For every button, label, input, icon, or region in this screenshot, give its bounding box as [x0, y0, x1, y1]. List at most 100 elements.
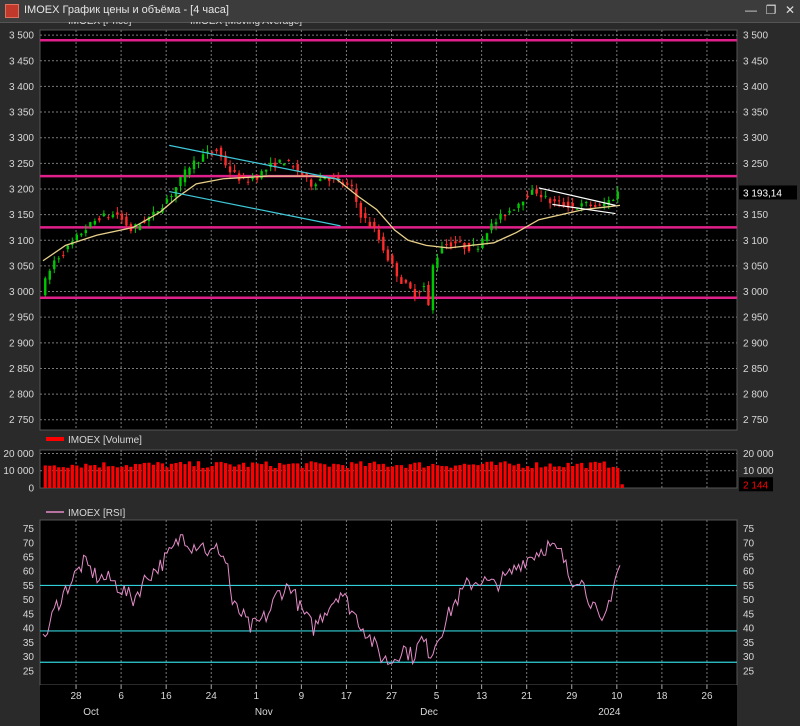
candle-body — [111, 215, 115, 218]
candle-body — [544, 195, 547, 197]
volume-bar — [142, 462, 147, 488]
volume-bar — [435, 465, 440, 488]
volume-bar — [431, 463, 435, 488]
volume-bar — [318, 463, 322, 488]
rsi-tick-right: 25 — [743, 666, 755, 677]
candle-body — [310, 179, 313, 187]
volume-bar — [255, 463, 259, 488]
rsi-tick-right: 55 — [743, 581, 755, 592]
candle-body — [395, 263, 399, 277]
volume-bar — [48, 465, 52, 488]
candle-body — [102, 213, 106, 216]
volume-bar — [480, 463, 485, 488]
candle-body — [445, 244, 448, 246]
volume-bar — [553, 466, 557, 488]
volume-tick-right: 20 000 — [743, 449, 774, 460]
legend-volume-icon — [46, 437, 64, 441]
legend-price-label: IMOEX [Price] — [68, 22, 132, 27]
x-tick-label: 17 — [341, 691, 353, 702]
candle-body — [332, 175, 335, 178]
volume-bar — [305, 463, 309, 488]
candle-body — [62, 255, 65, 257]
candle-body — [616, 191, 619, 199]
candle-body — [458, 241, 462, 243]
candle-body — [287, 160, 290, 162]
title-bar[interactable]: IMOEX График цены и объёма - [4 часа] — … — [0, 0, 800, 23]
minimize-button[interactable]: — — [742, 2, 760, 19]
candle-body — [116, 212, 119, 215]
volume-bar — [372, 461, 376, 488]
price-tick-left: 2 950 — [9, 313, 34, 324]
candle-body — [427, 284, 430, 306]
month-label: 2024 — [598, 707, 621, 718]
volume-bar — [228, 464, 232, 488]
volume-bar — [111, 466, 115, 488]
volume-bar — [413, 462, 417, 488]
rsi-tick-right: 45 — [743, 609, 755, 620]
price-tick-right: 3 250 — [743, 159, 768, 170]
volume-bar — [593, 461, 597, 488]
price-tick-right: 3 050 — [743, 261, 768, 272]
volume-bar — [300, 467, 304, 488]
volume-bar — [494, 464, 498, 488]
volume-bar — [485, 461, 489, 488]
price-tick-left: 3 100 — [9, 236, 34, 247]
volume-bar — [232, 466, 237, 488]
rsi-tick-left: 25 — [23, 666, 35, 677]
x-tick-label: 28 — [70, 691, 82, 702]
candle-body — [233, 170, 236, 172]
volume-bar — [386, 466, 390, 488]
volume-bar — [88, 465, 92, 488]
volume-bar — [341, 465, 345, 488]
candle-body — [57, 258, 60, 260]
volume-bar — [273, 467, 277, 488]
price-tick-right: 2 800 — [743, 390, 768, 401]
volume-bar — [440, 465, 444, 488]
volume-bar — [507, 463, 512, 488]
volume-last-label: 2 144 — [743, 480, 768, 491]
volume-bar — [580, 462, 584, 488]
volume-tick-left: 10 000 — [3, 466, 34, 477]
volume-bar — [43, 465, 47, 488]
candle-body — [179, 176, 182, 187]
price-tick-left: 3 350 — [9, 108, 34, 119]
volume-bar — [611, 466, 615, 488]
x-tick-label: 27 — [386, 691, 398, 702]
volume-bar — [84, 463, 88, 488]
volume-bar — [192, 466, 196, 488]
candle-body — [612, 200, 615, 202]
candle-body — [404, 279, 408, 283]
volume-bar — [350, 462, 354, 488]
restore-button[interactable]: ❐ — [762, 2, 780, 19]
volume-bar — [178, 461, 183, 488]
volume-bar — [359, 461, 363, 488]
volume-bar — [156, 462, 160, 488]
price-tick-right: 3 150 — [743, 210, 768, 221]
volume-bar — [539, 467, 543, 488]
volume-bar — [296, 463, 300, 488]
x-tick-label: 10 — [611, 691, 623, 702]
volume-bar — [205, 467, 210, 488]
candle-body — [418, 292, 421, 294]
volume-bar — [345, 468, 349, 488]
price-tick-left: 3 000 — [9, 287, 34, 298]
volume-bar — [390, 466, 394, 488]
candle-body — [152, 211, 155, 215]
candle-body — [364, 213, 367, 219]
volume-bar — [417, 462, 422, 488]
chart-area[interactable]: 28 6 16 24 1 9 17 27 5 13 21 29 10 18 26 Oct Nov Dec 2024 3… — [0, 22, 800, 726]
volume-bar — [309, 461, 313, 488]
volume-bar — [408, 464, 412, 488]
volume-bar — [562, 467, 566, 488]
candle-body — [373, 221, 376, 228]
price-tick-right: 3 350 — [743, 108, 768, 119]
rsi-panel — [39, 519, 738, 686]
volume-tick-right: 10 000 — [743, 466, 774, 477]
candle-body — [413, 288, 417, 298]
close-button[interactable]: ✕ — [781, 2, 799, 19]
volume-bar — [453, 465, 458, 488]
rsi-tick-right: 35 — [743, 638, 755, 649]
candle-body — [440, 247, 444, 254]
candle-body — [490, 223, 493, 231]
price-tick-left: 2 900 — [9, 338, 34, 349]
